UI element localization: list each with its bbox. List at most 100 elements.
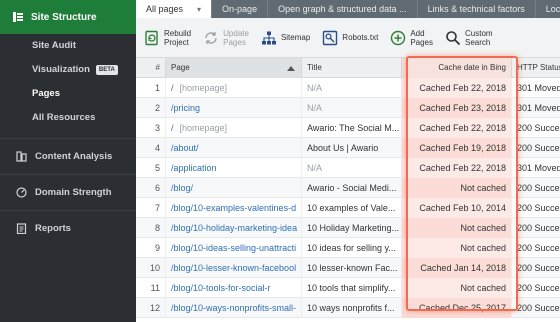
page-url: /blog/ <box>171 183 194 193</box>
page-url: /blog/10-lesser-known-facebool <box>171 263 297 273</box>
page-title-cell: N/A <box>302 78 402 98</box>
http-status-cell: 301 Moved <box>517 83 560 93</box>
column-header-http-status[interactable]: HTTP Status <box>512 58 560 78</box>
tab-4[interactable]: Links & technical factors <box>416 0 535 18</box>
sidebar-item-all-resources[interactable]: All Resources <box>0 106 136 130</box>
page-url: /blog/10-ways-nonprofits-small- <box>171 303 297 313</box>
page-url-link[interactable]: / [homepage] <box>166 118 302 138</box>
cache-date-cell: Cached Feb 22, 2018 <box>402 118 512 138</box>
page-url-link[interactable]: /blog/10-holiday-marketing-idea <box>166 218 302 238</box>
http-status-cell: 200 Success <box>517 123 560 133</box>
sidebar-section-domain-strength[interactable]: Domain Strength <box>0 174 136 210</box>
table-row[interactable]: 9/blog/10-ideas-selling-unattracti 10 ide… <box>136 238 560 258</box>
page-url-link[interactable]: /blog/10-ideas-selling-unattracti <box>166 238 302 258</box>
column-header-num[interactable]: # <box>136 58 166 78</box>
tab-2[interactable]: On-page <box>211 0 267 18</box>
tab-1[interactable]: All pages ▾ <box>136 0 212 18</box>
beta-badge: BETA <box>95 65 118 75</box>
sidebar-header-label: Site Structure <box>31 11 97 23</box>
sidebar-item-visualization[interactable]: Visualization BETA <box>0 58 136 82</box>
table-body: 1/[homepage] N/A Cached Feb 22, 2018 301 Mo… <box>136 78 560 318</box>
custom-search-icon <box>446 30 461 45</box>
row-number: 1 <box>136 78 166 98</box>
sidebar-section-content-analysis[interactable]: Content Analysis <box>0 138 136 174</box>
table-row[interactable]: 7/blog/10-examples-valentines-d 10 exampl… <box>136 198 560 218</box>
column-header-cache-date[interactable]: Cache date in Bing <box>402 58 512 78</box>
page-url: /blog/10-holiday-marketing-idea <box>171 223 298 233</box>
sidebar-item-site-audit[interactable]: Site Audit <box>0 34 136 58</box>
sidebar-item-label: Pages <box>32 88 60 99</box>
http-status-cell: 200 Success <box>517 283 560 293</box>
page-url: /application <box>171 163 217 173</box>
domain-strength-icon <box>16 187 27 198</box>
cache-date-cell: Cached Feb 22, 2018 <box>402 78 512 98</box>
sidebar-item-label: All Resources <box>32 112 96 123</box>
tab-label: Links & technical factors <box>427 4 525 14</box>
custom-search-button[interactable]: Custom Search <box>445 29 493 47</box>
row-number: 9 <box>136 238 166 258</box>
tab-label: On-page <box>222 4 258 14</box>
toolbar-button-label: Sitemap <box>280 33 311 42</box>
column-header-page[interactable]: Page <box>166 58 302 78</box>
page-note: [homepage] <box>179 83 228 93</box>
table-row[interactable]: 11/blog/10-tools-for-social-r 10 tools th… <box>136 278 560 298</box>
tab-label: All pages <box>146 4 184 14</box>
table-row[interactable]: 2/pricing N/A Cached Feb 23, 2018 301 Moved <box>136 98 560 118</box>
row-number: 2 <box>136 98 166 118</box>
sidebar-section-reports[interactable]: Reports <box>0 210 136 246</box>
page-url-link[interactable]: /pricing <box>166 98 302 118</box>
page-url-link[interactable]: /about/ <box>166 138 302 158</box>
page-url-link[interactable]: / [homepage] <box>166 78 302 98</box>
table-row[interactable]: 6/blog/Awario - Social Medi... Not cached… <box>136 178 560 198</box>
update-pages-button[interactable]: Update Pages <box>203 29 249 47</box>
page-url-link[interactable]: /blog/10-tools-for-social-r <box>166 278 302 298</box>
toolbar-button-label: Update Pages <box>223 28 249 47</box>
row-number: 8 <box>136 218 166 238</box>
page-title-cell: N/A <box>302 158 402 178</box>
page-url-link[interactable]: /application <box>166 158 302 178</box>
rebuild-project-button[interactable]: Rebuild Project <box>144 29 191 47</box>
page-url: /blog/10-tools-for-social-r <box>171 283 271 293</box>
table-row[interactable]: 5/application N/A Cached Feb 22, 2018 301 M… <box>136 158 560 178</box>
toolbar: Rebuild Project Update Pages Sitemap Robots… <box>136 18 560 58</box>
http-status-cell: 200 Success <box>517 143 560 153</box>
reports-icon <box>16 223 27 234</box>
page-url: /pricing <box>171 103 201 113</box>
row-number: 11 <box>136 278 166 298</box>
page-url-link[interactable]: /blog/10-lesser-known-facebool <box>166 258 302 278</box>
add-pages-button[interactable]: Add Pages <box>390 29 433 47</box>
row-number: 5 <box>136 158 166 178</box>
cache-date-cell: Not cached <box>402 278 512 298</box>
http-status-cell: 200 Success <box>517 303 560 313</box>
cache-date-cell: Not cached <box>402 238 512 258</box>
update-pages-icon <box>205 31 217 44</box>
page-title-cell: 10 Holiday Marketing... <box>302 218 402 238</box>
table-row[interactable]: 10/blog/10-lesser-known-facebool 10 lesse… <box>136 258 560 278</box>
table-row[interactable]: 8/blog/10-holiday-marketing-idea 10 Holid… <box>136 218 560 238</box>
table-row[interactable]: 4/about/About Us | Awario Cached Feb 19, … <box>136 138 560 158</box>
sidebar-sections: Content Analysis Domain Strength Reports <box>0 138 136 246</box>
chevron-down-icon[interactable]: ▾ <box>197 5 201 14</box>
row-number: 3 <box>136 118 166 138</box>
page-url: / <box>171 83 174 93</box>
page-url-link[interactable]: /blog/10-examples-valentines-d <box>166 198 302 218</box>
sidebar-item-pages[interactable]: Pages <box>0 82 136 106</box>
http-status-cell: 200 Success <box>517 263 560 273</box>
table-row[interactable]: 3 / [homepage] Awario: The Social M... Cache… <box>136 118 560 138</box>
sidebar-header-site-structure[interactable]: Site Structure <box>0 0 136 34</box>
column-header-page-label: Page <box>171 63 190 72</box>
page-url-link[interactable]: /blog/ <box>166 178 302 198</box>
column-header-title[interactable]: Title <box>302 58 402 78</box>
page-url: /about/ <box>171 143 199 153</box>
robots-txt-button[interactable]: Robots.txt <box>322 30 378 46</box>
page-title-cell: Awario - Social Medi... <box>302 178 402 198</box>
tab-5[interactable]: Loc <box>534 0 560 18</box>
http-status-cell: 200 Success <box>517 223 560 233</box>
tab-3[interactable]: Open graph & structured data ... <box>267 0 417 18</box>
content-analysis-icon <box>16 151 27 162</box>
table-row[interactable]: 1 / [homepage] N/A Cached Feb 22, 2018 301 Mo… <box>136 78 560 98</box>
page-title-cell: Awario: The Social M... <box>302 118 402 138</box>
table-row[interactable]: 12/blog/10-ways-nonprofits-small- 10 ways… <box>136 298 560 318</box>
page-url-link[interactable]: /blog/10-ways-nonprofits-small- <box>166 298 302 318</box>
sitemap-button[interactable]: Sitemap <box>261 30 310 46</box>
